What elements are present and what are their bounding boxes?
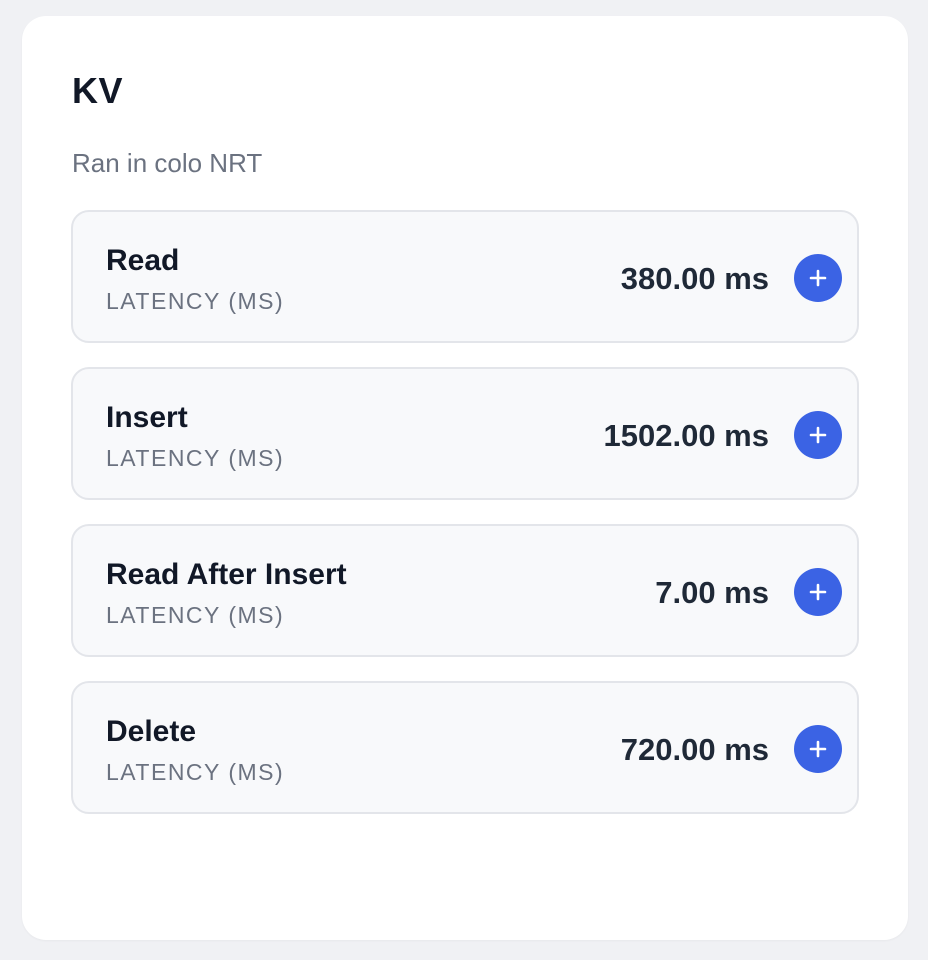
metric-name: Read After Insert bbox=[106, 558, 347, 591]
expand-button-insert[interactable] bbox=[794, 411, 842, 459]
metric-sublabel: LATENCY (MS) bbox=[106, 445, 285, 471]
metric-sublabel: LATENCY (MS) bbox=[106, 288, 285, 314]
metric-row-insert: Insert LATENCY (MS) 1502.00 ms bbox=[71, 367, 859, 500]
metric-name: Insert bbox=[106, 401, 188, 434]
expand-button-read[interactable] bbox=[794, 254, 842, 302]
metrics-list: Read LATENCY (MS) 380.00 ms Insert LATEN… bbox=[71, 210, 859, 838]
plus-icon bbox=[809, 426, 827, 444]
metric-sublabel: LATENCY (MS) bbox=[106, 759, 285, 785]
metric-row-delete: Delete LATENCY (MS) 720.00 ms bbox=[71, 681, 859, 814]
plus-icon bbox=[809, 740, 827, 758]
metric-sublabel: LATENCY (MS) bbox=[106, 602, 285, 628]
plus-icon bbox=[809, 583, 827, 601]
metric-value: 380.00 ms bbox=[620, 261, 769, 296]
metric-value: 7.00 ms bbox=[655, 575, 769, 610]
metric-name: Read bbox=[106, 244, 180, 277]
plus-icon bbox=[809, 269, 827, 287]
card-subtitle: Ran in colo NRT bbox=[72, 148, 263, 178]
metric-row-read-after-insert: Read After Insert LATENCY (MS) 7.00 ms bbox=[71, 524, 859, 657]
metric-value: 1502.00 ms bbox=[603, 418, 769, 453]
metric-name: Delete bbox=[106, 715, 197, 748]
expand-button-read-after-insert[interactable] bbox=[794, 568, 842, 616]
metric-row-read: Read LATENCY (MS) 380.00 ms bbox=[71, 210, 859, 343]
kv-card: KV Ran in colo NRT Read LATENCY (MS) 380… bbox=[22, 16, 908, 940]
expand-button-delete[interactable] bbox=[794, 725, 842, 773]
metric-value: 720.00 ms bbox=[620, 732, 769, 767]
card-title: KV bbox=[72, 70, 124, 111]
